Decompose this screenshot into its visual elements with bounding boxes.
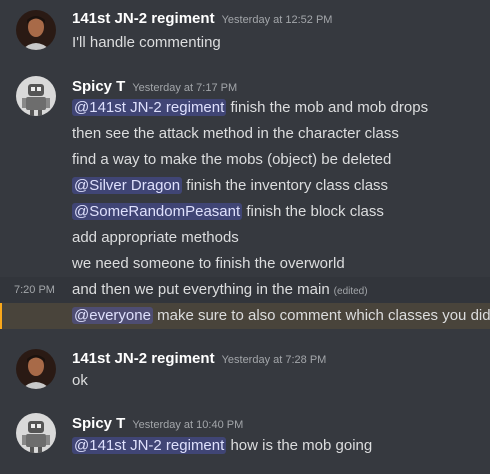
robot-avatar-icon[interactable]: [16, 76, 56, 116]
message-text: and then we put everything in the main: [72, 281, 330, 298]
user-mention[interactable]: @SomeRandomPeasant: [72, 203, 243, 220]
message-text: finish the mob and mob drops: [226, 99, 429, 116]
message-timestamp: Yesterday at 10:40 PM: [132, 419, 244, 431]
edited-label: (edited): [333, 286, 368, 297]
message-line: @everyone make sure to also comment whic…: [72, 303, 490, 329]
message-text: finish the block class: [242, 203, 384, 220]
author-name[interactable]: Spicy T: [72, 78, 125, 95]
robot-avatar-icon[interactable]: [16, 413, 56, 453]
message-line: @SomeRandomPeasant finish the block clas…: [72, 199, 384, 225]
message-line: ok: [72, 368, 88, 394]
message-line: we need someone to finish the overworld: [72, 251, 345, 277]
message-line: find a way to make the mobs (object) be …: [72, 147, 391, 173]
message-text: I'll handle commenting: [72, 34, 221, 51]
message-line: @141st JN-2 regiment finish the mob and …: [72, 95, 428, 121]
message-text: make sure to also comment which classes …: [152, 307, 490, 324]
author-name[interactable]: 141st JN-2 regiment: [72, 10, 215, 27]
message-text: find a way to make the mobs (object) be …: [72, 151, 392, 168]
message-line: and then we put everything in the main (e…: [72, 277, 368, 303]
message-line: add appropriate methods: [72, 225, 239, 251]
message-line: @Silver Dragon finish the inventory clas…: [72, 173, 388, 199]
message-text: we need someone to finish the overworld: [72, 255, 345, 272]
message-line: @141st JN-2 regiment how is the mob goin…: [72, 433, 372, 459]
message-text: finish the inventory class class: [182, 177, 389, 194]
portrait-avatar-icon[interactable]: [16, 10, 56, 50]
portrait-avatar-icon[interactable]: [16, 349, 56, 389]
message-timestamp: Yesterday at 7:17 PM: [132, 82, 238, 94]
author-name[interactable]: 141st JN-2 regiment: [72, 350, 215, 367]
message-text: then see the attack method in the charac…: [72, 125, 399, 142]
user-mention[interactable]: @141st JN-2 regiment: [72, 437, 227, 454]
message-timestamp: Yesterday at 7:28 PM: [221, 354, 327, 366]
message-text: add appropriate methods: [72, 229, 239, 246]
message-timestamp: Yesterday at 12:52 PM: [221, 14, 333, 26]
user-mention[interactable]: @141st JN-2 regiment: [72, 99, 227, 116]
hover-timestamp: 7:20 PM: [14, 284, 55, 296]
message-line: then see the attack method in the charac…: [72, 121, 399, 147]
everyone-mention[interactable]: @everyone: [72, 307, 153, 324]
user-mention[interactable]: @Silver Dragon: [72, 177, 183, 194]
message-line: I'll handle commenting: [72, 30, 221, 56]
message-text: how is the mob going: [226, 437, 373, 454]
author-name[interactable]: Spicy T: [72, 415, 125, 432]
message-text: ok: [72, 372, 88, 389]
